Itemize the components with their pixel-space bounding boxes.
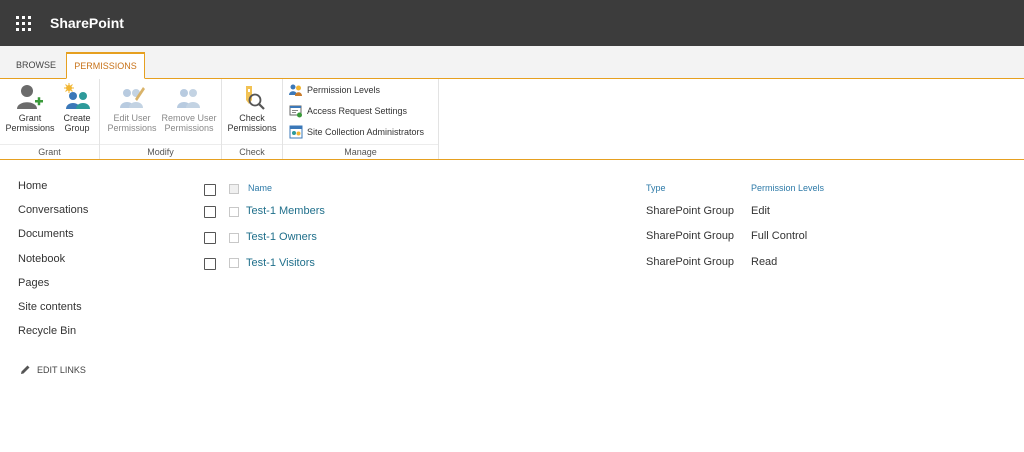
permission-levels-icon [289,84,302,96]
ribbon-group-modify: Edit User Permissions Remove User Permis… [100,79,222,159]
pencil-icon [21,365,30,374]
ribbon-group-grant: Grant Permissions Create Group Grant [0,79,100,159]
brand-title[interactable]: SharePoint [50,15,124,31]
check-permissions-icon [246,86,265,110]
nav-item-pages[interactable]: Pages [18,277,88,301]
row-checkbox[interactable] [204,206,216,218]
row-item-checkbox[interactable] [229,207,239,217]
nav-item-conversations[interactable]: Conversations [18,204,88,228]
row-type: SharePoint Group [646,230,735,242]
nav-item-documents[interactable]: Documents [18,228,88,252]
site-collection-admins-label: Site Collection Administrators [307,127,425,137]
edit-user-permissions-label: Edit User Permissions [107,113,157,133]
create-group-button[interactable]: Create Group [58,83,96,133]
header-item-checkbox[interactable] [229,184,239,194]
column-header-permission-levels[interactable]: Permission Levels [751,183,824,193]
ribbon-group-label-modify: Modify [147,147,174,157]
row-permission-level: Full Control [751,230,808,242]
remove-user-permissions-label: Remove User Permissions [161,113,217,133]
suite-bar: SharePoint [0,0,1024,46]
left-navigation: Home Conversations Documents Notebook Pa… [18,180,88,349]
row-permission-level: Edit [751,205,770,217]
row-item-checkbox[interactable] [229,258,239,268]
tab-browse[interactable]: BROWSE [8,53,64,78]
access-request-settings-icon [289,105,302,118]
row-checkbox[interactable] [204,258,216,270]
group-link-members[interactable]: Test-1 Members [246,205,325,217]
permission-levels-label: Permission Levels [307,85,381,95]
column-header-name[interactable]: Name [248,183,272,193]
ribbon-group-manage: Permission Levels Access Request Setting… [283,79,439,159]
edit-user-permissions-icon [120,87,145,108]
app-launcher-icon[interactable] [0,0,46,46]
nav-item-home[interactable]: Home [18,180,88,204]
check-permissions-button[interactable]: Check Permissions [224,83,280,133]
grant-permissions-label: Grant Permissions [5,113,55,133]
ribbon-group-label-manage: Manage [344,147,377,157]
edit-links-button[interactable]: EDIT LINKS [20,364,86,375]
permission-levels-button[interactable]: Permission Levels [289,81,380,99]
ribbon: Grant Permissions Create Group Grant Edi… [0,79,1024,160]
check-permissions-label: Check Permissions [227,113,277,133]
group-link-owners[interactable]: Test-1 Owners [246,231,317,243]
grant-permissions-icon [17,85,43,109]
grant-permissions-button[interactable]: Grant Permissions [4,83,56,133]
edit-user-permissions-button[interactable]: Edit User Permissions [104,83,160,133]
remove-user-permissions-button[interactable]: Remove User Permissions [160,83,218,133]
column-header-type[interactable]: Type [646,183,666,193]
ribbon-group-label-grant: Grant [38,147,61,157]
access-request-settings-button[interactable]: Access Request Settings [289,102,407,120]
row-type: SharePoint Group [646,205,735,217]
group-link-visitors[interactable]: Test-1 Visitors [246,257,315,269]
ribbon-group-label-check: Check [239,147,265,157]
create-group-label: Create Group [63,113,91,133]
row-item-checkbox[interactable] [229,233,239,243]
nav-item-recycle-bin[interactable]: Recycle Bin [18,325,88,349]
select-all-checkbox[interactable] [204,184,216,196]
row-checkbox[interactable] [204,232,216,244]
access-request-settings-label: Access Request Settings [307,106,408,116]
tab-permissions[interactable]: PERMISSIONS [66,52,145,79]
row-permission-level: Read [751,256,778,268]
row-type: SharePoint Group [646,256,735,268]
nav-item-notebook[interactable]: Notebook [18,253,88,277]
nav-item-site-contents[interactable]: Site contents [18,301,88,325]
remove-user-permissions-icon [177,89,200,108]
edit-links-label: EDIT LINKS [37,364,86,375]
ribbon-tabs: BROWSE PERMISSIONS [0,46,1024,79]
site-collection-admins-button[interactable]: Site Collection Administrators [289,123,424,141]
site-collection-admins-icon [289,125,303,139]
ribbon-group-check: Check Permissions Check [222,79,283,159]
create-group-icon [64,83,90,109]
